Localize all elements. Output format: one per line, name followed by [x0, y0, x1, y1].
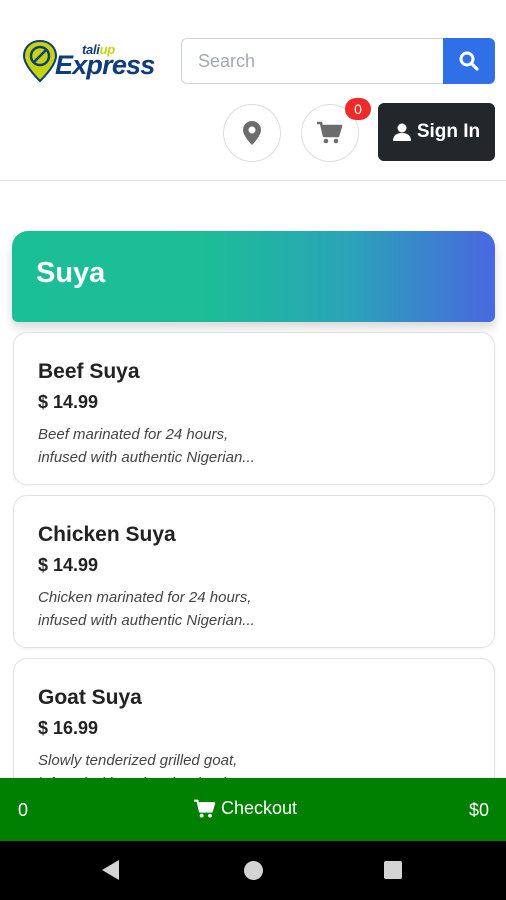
home-icon[interactable]	[244, 861, 263, 880]
menu-item-card[interactable]: Chicken Suya $ 14.99 Chicken marinated f…	[13, 495, 495, 648]
category-banner: Suya	[12, 231, 495, 322]
logo-big-text: Express	[55, 50, 155, 80]
user-icon	[392, 123, 411, 141]
item-description-line: Slowly tenderized grilled goat,	[38, 752, 238, 769]
category-title: Suya	[36, 257, 106, 289]
item-price: $ 14.99	[38, 555, 99, 575]
search-input[interactable]	[181, 38, 443, 84]
checkout-total: $0	[468, 800, 489, 820]
recents-icon[interactable]	[384, 861, 402, 879]
item-description: Beef marinated for 24 hours, infused wit…	[38, 423, 298, 469]
item-description: Chicken marinated for 24 hours, infused …	[38, 586, 298, 632]
logo-pin-icon	[22, 39, 58, 83]
item-price: $ 14.99	[38, 392, 99, 412]
search-bar	[181, 38, 495, 84]
location-pin-icon	[243, 121, 261, 145]
item-price: $ 16.99	[38, 718, 99, 738]
back-icon[interactable]	[102, 860, 119, 880]
search-icon	[459, 51, 479, 71]
checkout-item-count: 0	[18, 800, 29, 820]
sign-in-button[interactable]: Sign In	[378, 103, 495, 161]
location-button[interactable]	[223, 104, 281, 162]
item-description-line: infused with authentic Nigerian...	[38, 449, 255, 466]
menu-item-card[interactable]: Beef Suya $ 14.99 Beef marinated for 24 …	[13, 332, 495, 485]
search-button[interactable]	[443, 38, 495, 84]
checkout-bar[interactable]: 0 Checkout $0	[0, 778, 506, 841]
item-name: Chicken Suya	[38, 523, 176, 546]
item-description-line: Beef marinated for 24 hours,	[38, 426, 229, 443]
item-description-line: infused with authentic Nigerian...	[38, 612, 255, 629]
cart-count-badge: 0	[345, 98, 371, 120]
cart-icon	[194, 799, 216, 818]
item-description-line: Chicken marinated for 24 hours,	[38, 589, 252, 606]
header: taliup Express Search 0 Sign In	[0, 0, 506, 181]
checkout-label: Checkout	[221, 798, 298, 818]
item-name: Goat Suya	[38, 686, 142, 709]
cart-icon	[317, 121, 343, 144]
app-screen: taliup Express Search 0 Sign In Suya Bee…	[0, 0, 506, 900]
android-nav-bar	[0, 841, 506, 900]
item-name: Beef Suya	[38, 360, 140, 383]
sign-in-label: Sign In	[416, 121, 481, 142]
checkout-button[interactable]: Checkout	[193, 798, 297, 819]
taliup-express-logo[interactable]: taliup Express	[22, 37, 155, 85]
